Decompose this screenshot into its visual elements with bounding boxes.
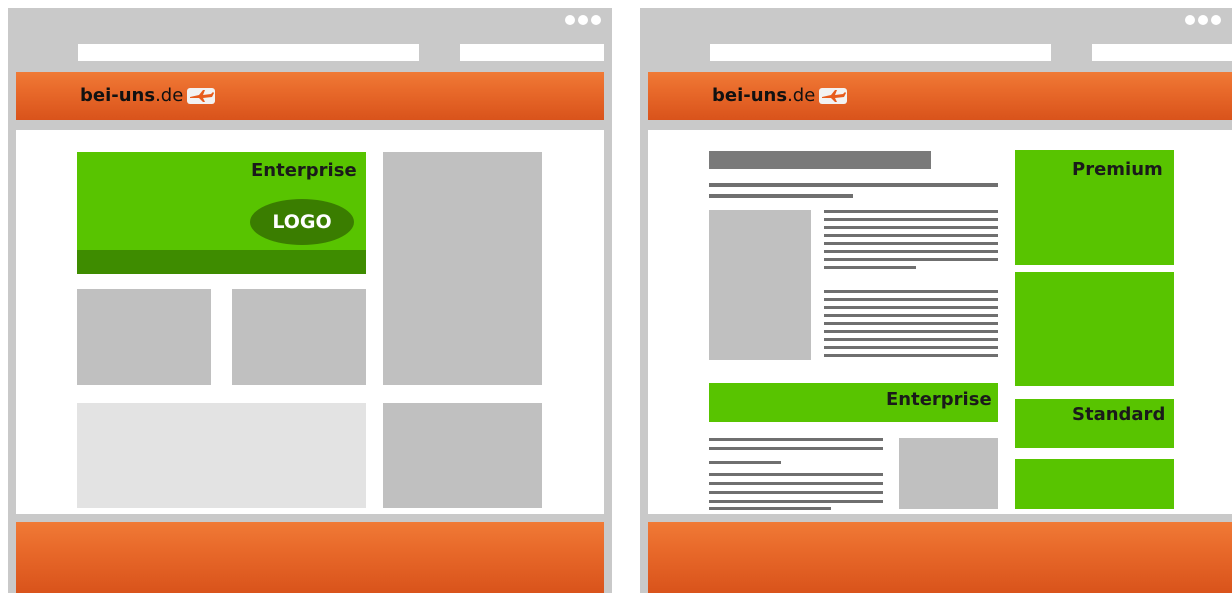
content-placeholder: [77, 289, 211, 385]
text-line: [824, 354, 998, 357]
wide-content-placeholder: [77, 403, 366, 508]
search-bar: [1092, 44, 1232, 61]
content-placeholder: [232, 289, 366, 385]
article-headline-bar: [709, 151, 931, 169]
text-line: [709, 194, 853, 198]
text-line: [709, 183, 998, 187]
site-logo: bei-uns.de: [712, 85, 848, 106]
premium-ad-block-lower: [1015, 272, 1174, 386]
text-line: [709, 491, 883, 494]
premium-label: Premium: [1072, 159, 1163, 180]
text-line: [824, 210, 998, 213]
text-line: [824, 322, 998, 325]
sidebar-placeholder: [383, 152, 542, 385]
text-line: [824, 234, 998, 237]
window-dot-icon: [591, 15, 601, 25]
text-line: [709, 438, 883, 441]
plane-icon: [819, 88, 848, 104]
enterprise-label: Enterprise: [886, 389, 992, 410]
text-line: [709, 482, 883, 485]
site-footer: [16, 522, 604, 593]
text-line: [709, 507, 831, 510]
standard-label: Standard: [1072, 404, 1166, 425]
search-bar: [460, 44, 604, 61]
text-line: [709, 473, 883, 476]
plane-icon: [187, 88, 216, 104]
text-line: [824, 338, 998, 341]
logo-text-bold: bei-uns: [80, 85, 156, 106]
text-line: [709, 461, 781, 464]
text-line: [824, 306, 998, 309]
text-line: [824, 250, 998, 253]
window-dot-icon: [1211, 15, 1221, 25]
logo-badge: LOGO: [250, 199, 354, 245]
text-line: [709, 447, 883, 450]
text-line: [824, 258, 998, 261]
window-dot-icon: [1185, 15, 1195, 25]
text-line: [824, 314, 998, 317]
logo-text-domain: .de: [787, 85, 816, 106]
text-line: [824, 290, 998, 293]
logo-text-bold: bei-uns: [712, 85, 788, 106]
site-logo: bei-uns.de: [80, 85, 216, 106]
text-line: [824, 330, 998, 333]
window-dot-icon: [1198, 15, 1208, 25]
window-dot-icon: [565, 15, 575, 25]
address-bar: [710, 44, 1051, 61]
content-placeholder: [899, 438, 998, 509]
content-placeholder: [383, 403, 542, 508]
enterprise-ad-strip: [77, 250, 366, 274]
text-line: [824, 266, 916, 269]
text-line: [824, 242, 998, 245]
standard-ad-block-lower: [1015, 459, 1174, 509]
address-bar: [78, 44, 419, 61]
window-dot-icon: [578, 15, 588, 25]
text-line: [824, 226, 998, 229]
article-image-placeholder: [709, 210, 811, 360]
text-line: [824, 218, 998, 221]
site-footer: [648, 522, 1232, 593]
enterprise-label: Enterprise: [251, 160, 357, 181]
text-line: [709, 500, 883, 503]
logo-text-domain: .de: [155, 85, 184, 106]
text-line: [824, 346, 998, 349]
text-line: [824, 298, 998, 301]
